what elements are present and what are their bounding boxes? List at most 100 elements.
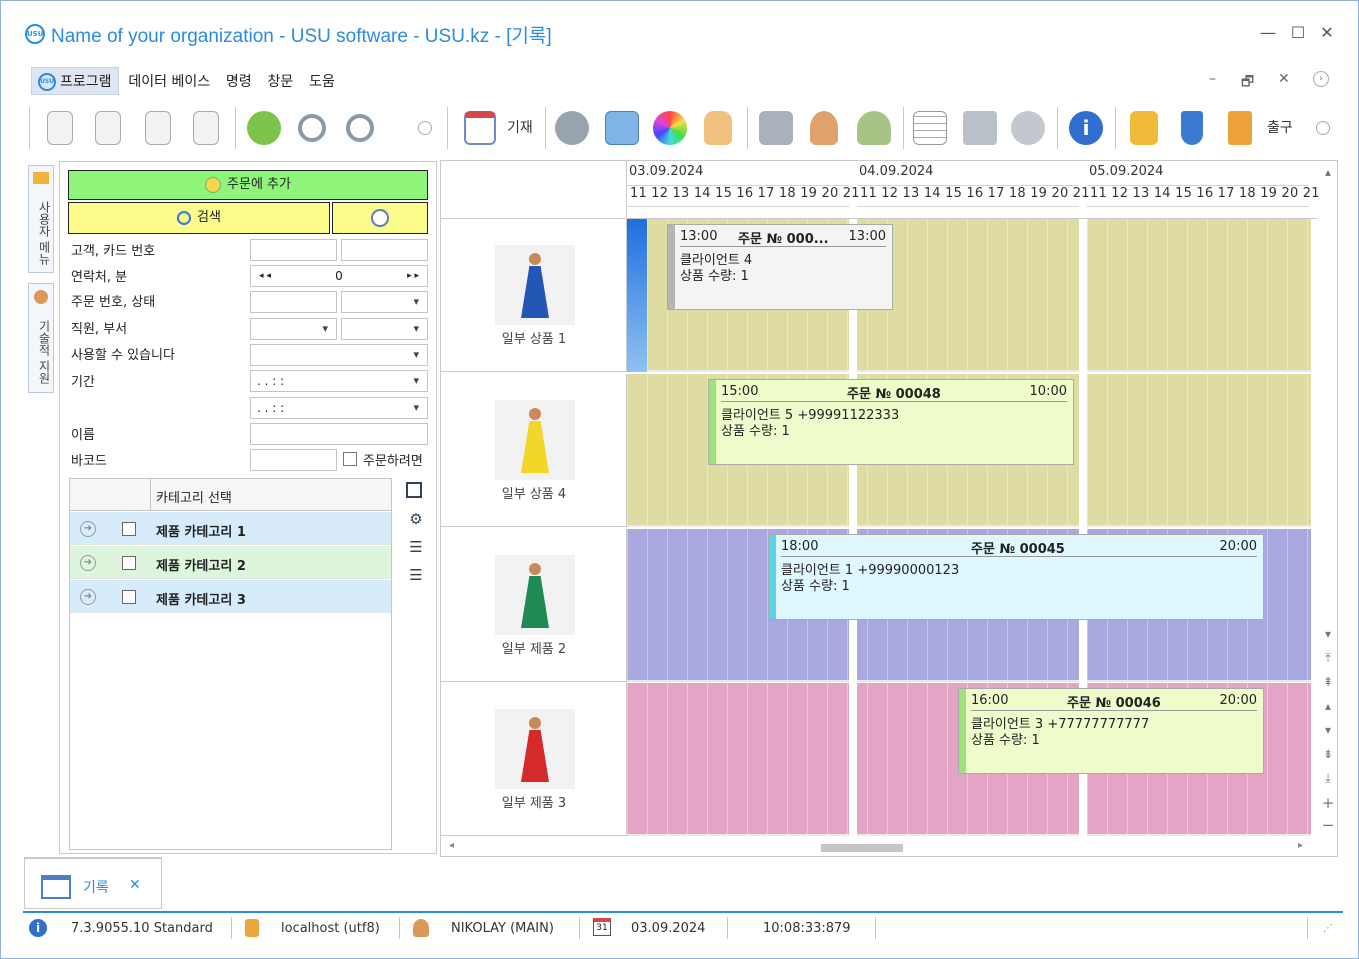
copy-doc-icon[interactable]: [87, 105, 129, 151]
resource-row[interactable]: 일부 상품 1: [441, 219, 627, 372]
exit-door-icon[interactable]: [1219, 105, 1261, 151]
select-all-icon[interactable]: [406, 482, 422, 498]
page-up-icon[interactable]: ⇞: [1321, 675, 1335, 689]
refresh-icon[interactable]: [243, 105, 285, 151]
add-doc-icon[interactable]: [39, 105, 81, 151]
period-to-field[interactable]: . . : :: [250, 397, 428, 419]
mdi-close-button[interactable]: ✕: [1278, 71, 1290, 87]
users-icon[interactable]: [853, 105, 895, 151]
toolbar-overflow-icon[interactable]: [415, 105, 435, 151]
scroll-up-icon[interactable]: ▴: [1321, 165, 1335, 179]
name-field[interactable]: [250, 423, 428, 445]
expand-tree-icon[interactable]: ☰: [406, 538, 426, 558]
tab-user-menu[interactable]: 사용자 메뉴: [28, 165, 54, 273]
mdi-minimize-button[interactable]: –: [1209, 71, 1216, 87]
document-tab[interactable]: 기록 ✕: [24, 857, 162, 909]
menu-program[interactable]: USU 프로그램: [31, 67, 119, 95]
scroll-right-icon[interactable]: ▸: [1298, 840, 1303, 851]
menu-command[interactable]: 명령: [220, 68, 258, 94]
category-row[interactable]: ➜ 제품 카테고리 3: [70, 580, 391, 613]
resource-row[interactable]: 일부 제품 2: [441, 529, 627, 682]
plug-icon[interactable]: [1171, 105, 1213, 151]
add-to-order-label: 주문에 추가: [227, 177, 291, 192]
close-tab-icon[interactable]: ✕: [129, 877, 141, 893]
tab-technical-support[interactable]: 기술적 지원: [28, 283, 54, 393]
expand-arrow-icon[interactable]: ➜: [80, 521, 96, 537]
next-record-icon[interactable]: ▾: [1321, 723, 1335, 737]
maximize-button[interactable]: ☐: [1288, 23, 1308, 42]
toolbar-overflow-icon[interactable]: [1313, 105, 1333, 151]
expand-arrow-icon[interactable]: ➜: [80, 555, 96, 571]
contacts-stepper[interactable]: ◂ ◂ 0 ▸ ▸: [250, 265, 428, 287]
department-dropdown[interactable]: [341, 318, 428, 340]
rss-icon[interactable]: [755, 105, 797, 151]
prev-record-icon[interactable]: ▴: [1321, 699, 1335, 713]
employee-dropdown[interactable]: [250, 318, 337, 340]
info-icon[interactable]: i: [1065, 105, 1107, 151]
horizontal-scrollbar[interactable]: ◂ ▸: [441, 839, 1311, 856]
category-table: 카테고리 선택 ➜ 제품 카테고리 1 ➜ 제품 카테고리 2 ➜ 제품 카테고…: [69, 478, 392, 850]
search-button[interactable]: 검색: [68, 202, 330, 234]
category-row[interactable]: ➜ 제품 카테고리 1: [70, 512, 391, 545]
calendar-icon: 31: [593, 918, 611, 936]
search-icon[interactable]: [291, 105, 333, 151]
delete-doc-icon[interactable]: [185, 105, 227, 151]
add-to-order-button[interactable]: 주문에 추가: [68, 170, 428, 200]
table-icon[interactable]: [909, 105, 951, 151]
minimize-button[interactable]: —: [1258, 23, 1278, 42]
collapse-tree-icon[interactable]: ☰: [406, 566, 426, 586]
first-record-icon[interactable]: ⤒: [1321, 651, 1335, 666]
to-order-checkbox[interactable]: [343, 452, 357, 466]
resize-grip-icon[interactable]: ⋰: [1323, 923, 1333, 934]
mdi-restore-button[interactable]: 🗗: [1241, 71, 1254, 95]
available-dropdown[interactable]: [250, 344, 428, 366]
resource-row[interactable]: 일부 제품 3: [441, 683, 627, 836]
expand-arrow-icon[interactable]: ➜: [80, 589, 96, 605]
page-down-icon[interactable]: ⇟: [1321, 747, 1335, 761]
scroll-thumb[interactable]: [821, 844, 903, 852]
close-button[interactable]: ✕: [1317, 23, 1337, 42]
appointment-card[interactable]: 18:00 주문 № 00045 20:00 클라이언트 1 +99990000…: [768, 534, 1264, 620]
remove-record-icon[interactable]: −: [1321, 816, 1335, 834]
order-number-field[interactable]: [250, 291, 337, 313]
appointment-card[interactable]: 15:00 주문 № 00048 10:00 클라이언트 5 +99991122…: [708, 379, 1074, 465]
customer-field[interactable]: [250, 239, 337, 261]
appointment-card[interactable]: 13:00 주문 № 000... 13:00 클라이언트 4 상품 수량: 1: [667, 224, 893, 310]
menu-help[interactable]: 도움: [303, 68, 341, 94]
edit-doc-icon[interactable]: [137, 105, 179, 151]
map-icon[interactable]: [601, 105, 643, 151]
scroll-left-icon[interactable]: ◂: [449, 840, 454, 851]
exit-label[interactable]: 출구: [1267, 117, 1293, 137]
status-bar: i 7.3.9055.10 Standard localhost (utf8) …: [23, 911, 1343, 945]
record-label[interactable]: 기재: [507, 117, 533, 137]
category-checkbox[interactable]: [122, 590, 136, 604]
status-dropdown[interactable]: [341, 291, 428, 313]
scroll-down-icon[interactable]: ▾: [1321, 627, 1335, 641]
user-icon[interactable]: [803, 105, 845, 151]
category-checkbox[interactable]: [122, 556, 136, 570]
calendar-icon[interactable]: [459, 105, 501, 151]
card-number-field[interactable]: [341, 239, 428, 261]
clear-filter-button[interactable]: [332, 202, 428, 234]
filter-panel: 주문에 추가 검색 고객, 카드 번호 연락처, 분 ◂ ◂ 0 ▸ ▸ 주문 …: [59, 161, 437, 854]
period-from-field[interactable]: . . : :: [250, 370, 428, 392]
category-checkbox[interactable]: [122, 522, 136, 536]
menu-overflow-icon[interactable]: ›: [1313, 71, 1329, 87]
settings-gear-icon[interactable]: [551, 105, 593, 151]
category-row[interactable]: ➜ 제품 카테고리 2: [70, 546, 391, 579]
last-record-icon[interactable]: ⤓: [1321, 771, 1335, 786]
color-wheel-icon[interactable]: [649, 105, 691, 151]
appointment-card[interactable]: 16:00 주문 № 00046 20:00 클라이언트 3 +77777777…: [958, 688, 1264, 774]
appointment-end: 20:00: [1219, 539, 1257, 554]
hand-icon[interactable]: [697, 105, 739, 151]
printer-icon[interactable]: [959, 105, 1001, 151]
menu-database[interactable]: 데이터 베이스: [122, 68, 216, 94]
menu-window[interactable]: 창문: [262, 68, 300, 94]
add-record-icon[interactable]: +: [1321, 794, 1335, 812]
resource-row[interactable]: 일부 상품 4: [441, 374, 627, 527]
barcode-field[interactable]: [250, 449, 337, 471]
search-advanced-icon[interactable]: [339, 105, 381, 151]
lock-icon[interactable]: [1123, 105, 1165, 151]
gear-icon[interactable]: ⚙: [406, 510, 426, 530]
forward-arrow-icon[interactable]: [1007, 105, 1049, 151]
